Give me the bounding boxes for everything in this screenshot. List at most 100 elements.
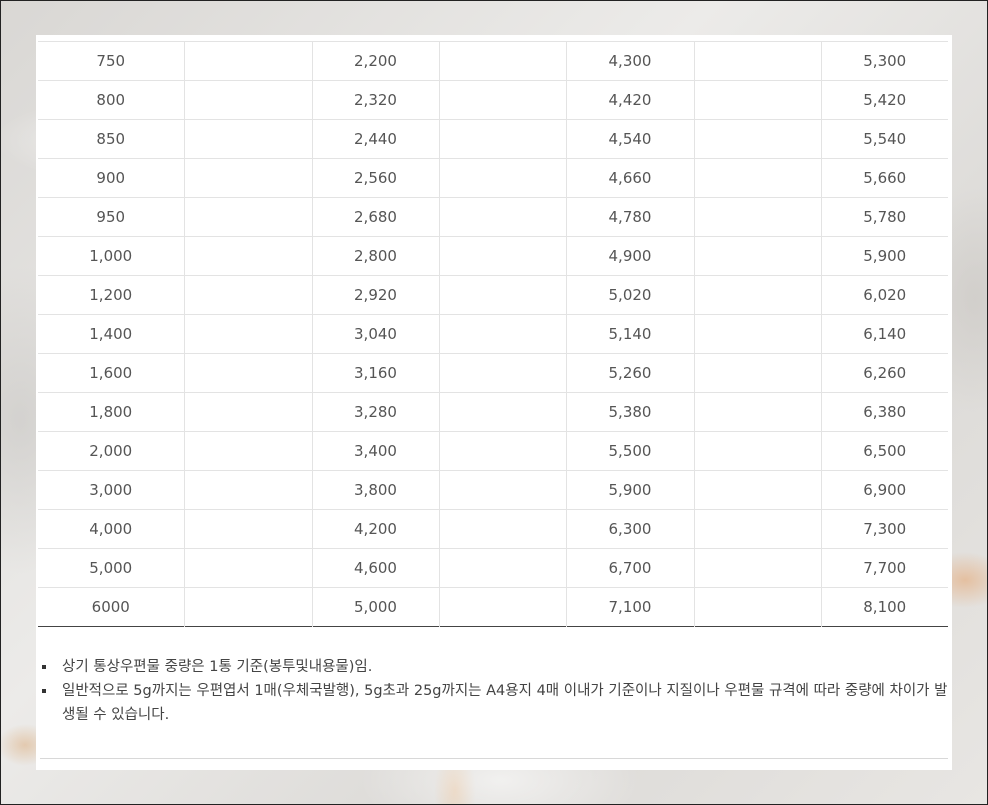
table-cell (693, 470, 821, 510)
table-cell: 7,300 (820, 509, 948, 549)
table-cell: 2,560 (311, 158, 439, 198)
table-cell (438, 41, 566, 81)
table-cell (693, 119, 821, 159)
table-cell: 4,780 (565, 197, 694, 237)
table-cell: 3,400 (311, 431, 439, 471)
table-cell (438, 236, 566, 276)
bullet-icon (42, 689, 46, 693)
content-panel: 750 2,200 4,300 5,300 800 2,320 4,420 5,420 850 2… (36, 35, 952, 770)
table-cell: 4,540 (565, 119, 694, 159)
table-cell: 2,920 (311, 275, 439, 315)
table-cell: 900 (38, 158, 184, 198)
table-cell: 7,100 (565, 587, 694, 627)
table-cell: 4,200 (311, 509, 439, 549)
table-cell (693, 431, 821, 471)
table-row: 1,800 3,280 5,380 6,380 (38, 392, 948, 432)
table-row: 1,000 2,800 4,900 5,900 (38, 236, 948, 276)
table-cell: 4,000 (38, 509, 184, 549)
table-cell (183, 392, 312, 432)
table-cell: 5,500 (565, 431, 694, 471)
table-cell (438, 119, 566, 159)
bullet-icon (42, 665, 46, 669)
table-cell: 1,200 (38, 275, 184, 315)
table-cell: 6,700 (565, 548, 694, 588)
table-row: 1,400 3,040 5,140 6,140 (38, 314, 948, 354)
table-cell (438, 431, 566, 471)
table-cell: 4,420 (565, 80, 694, 120)
table-cell: 5,140 (565, 314, 694, 354)
table-cell: 5,540 (820, 119, 948, 159)
notes-list: 상기 통상우편물 중량은 1통 기준(봉투및내용물)임. 일반적으로 5g까지는… (40, 655, 950, 727)
table-row: 950 2,680 4,780 5,780 (38, 197, 948, 237)
table-cell: 1,800 (38, 392, 184, 432)
table-cell (183, 509, 312, 549)
table-row: 5,000 4,600 6,700 7,700 (38, 548, 948, 588)
table-cell: 5,000 (38, 548, 184, 588)
table-cell (183, 80, 312, 120)
table-cell: 5,900 (820, 236, 948, 276)
table-cell: 2,200 (311, 41, 439, 81)
postage-rate-table: 750 2,200 4,300 5,300 800 2,320 4,420 5,420 850 2… (38, 41, 948, 627)
table-cell (693, 353, 821, 393)
table-cell (183, 548, 312, 588)
table-cell (693, 197, 821, 237)
note-text: 상기 통상우편물 중량은 1통 기준(봉투및내용물)임. (62, 659, 373, 675)
table-cell (183, 236, 312, 276)
table-cell (438, 392, 566, 432)
table-cell: 2,000 (38, 431, 184, 471)
table-cell: 850 (38, 119, 184, 159)
table-cell: 6,260 (820, 353, 948, 393)
table-cell: 1,000 (38, 236, 184, 276)
table-cell: 8,100 (820, 587, 948, 627)
table-cell: 5,780 (820, 197, 948, 237)
rate-table-body: 750 2,200 4,300 5,300 800 2,320 4,420 5,420 850 2… (38, 41, 948, 627)
table-cell: 5,380 (565, 392, 694, 432)
table-cell (693, 314, 821, 354)
table-cell (438, 353, 566, 393)
table-cell (693, 587, 821, 627)
table-row: 6000 5,000 7,100 8,100 (38, 587, 948, 627)
table-cell (693, 392, 821, 432)
table-cell (693, 41, 821, 81)
table-cell (183, 197, 312, 237)
table-cell: 7,700 (820, 548, 948, 588)
table-row: 800 2,320 4,420 5,420 (38, 80, 948, 120)
table-row: 1,200 2,920 5,020 6,020 (38, 275, 948, 315)
table-row: 2,000 3,400 5,500 6,500 (38, 431, 948, 471)
table-cell: 5,660 (820, 158, 948, 198)
table-cell (438, 587, 566, 627)
table-cell: 1,600 (38, 353, 184, 393)
table-cell: 2,440 (311, 119, 439, 159)
table-cell: 750 (38, 41, 184, 81)
table-row: 900 2,560 4,660 5,660 (38, 158, 948, 198)
table-cell (438, 80, 566, 120)
table-cell (693, 509, 821, 549)
table-cell: 2,800 (311, 236, 439, 276)
note-item: 일반적으로 5g까지는 우편엽서 1매(우체국발행), 5g초과 25g까지는 … (40, 679, 950, 727)
table-cell: 4,600 (311, 548, 439, 588)
table-cell: 5,900 (565, 470, 694, 510)
table-cell: 4,300 (565, 41, 694, 81)
table-cell: 4,660 (565, 158, 694, 198)
table-cell: 3,160 (311, 353, 439, 393)
table-cell (438, 197, 566, 237)
table-cell (693, 548, 821, 588)
table-cell (438, 509, 566, 549)
note-item: 상기 통상우편물 중량은 1통 기준(봉투및내용물)임. (40, 655, 950, 679)
table-row: 850 2,440 4,540 5,540 (38, 119, 948, 159)
table-cell (183, 587, 312, 627)
table-cell: 3,040 (311, 314, 439, 354)
table-row: 4,000 4,200 6,300 7,300 (38, 509, 948, 549)
table-cell: 3,280 (311, 392, 439, 432)
table-cell (693, 158, 821, 198)
table-cell: 4,900 (565, 236, 694, 276)
table-cell (438, 158, 566, 198)
table-cell: 6000 (91, 598, 130, 616)
table-cell (183, 431, 312, 471)
table-cell: 5,260 (565, 353, 694, 393)
table-cell: 2,680 (311, 197, 439, 237)
table-cell: 6,140 (820, 314, 948, 354)
table-cell: 6,020 (820, 275, 948, 315)
table-row: 750 2,200 4,300 5,300 (38, 41, 948, 81)
table-cell: 6,380 (820, 392, 948, 432)
